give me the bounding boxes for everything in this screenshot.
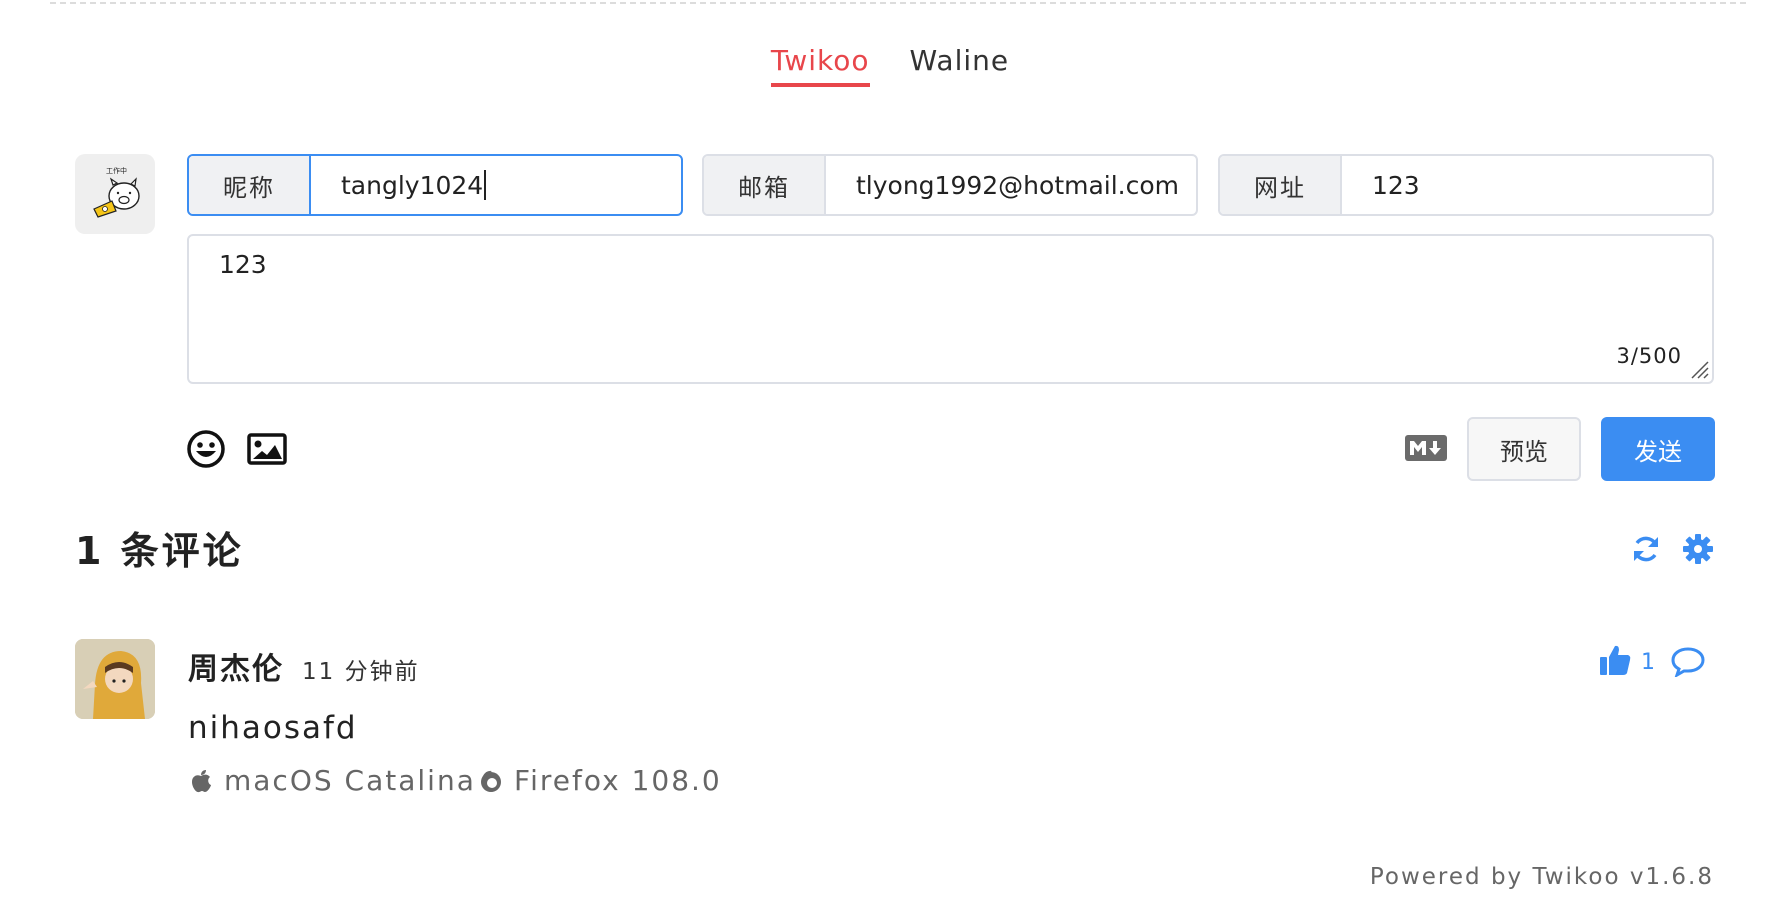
url-input[interactable]: 123 — [1342, 156, 1712, 214]
emoji-icon[interactable] — [185, 428, 227, 470]
comment-avatar[interactable] — [75, 639, 155, 719]
like-count: 1 — [1641, 650, 1655, 675]
settings-gear-icon[interactable] — [1682, 533, 1714, 565]
text-caret — [484, 170, 487, 200]
comment-browser-meta: Firefox 108.0 — [478, 764, 722, 797]
email-field: 邮箱 tlyong1992@hotmail.com — [702, 154, 1198, 216]
user-avatar: 工作中 — [75, 154, 155, 234]
comment-os-meta: macOS Catalina — [188, 764, 476, 797]
tab-twikoo[interactable]: Twikoo — [770, 44, 870, 87]
comment-content: nihaosafd — [188, 710, 358, 746]
image-icon[interactable] — [246, 428, 288, 470]
nick-label: 昵称 — [189, 156, 311, 214]
comment-time: 11 分钟前 — [302, 659, 420, 685]
nick-field: 昵称 tangly1024 — [187, 154, 683, 216]
pig-avatar-icon: 工作中 — [93, 166, 140, 218]
url-label: 网址 — [1220, 156, 1342, 214]
comment-count-title: 1 条评论 — [75, 529, 244, 573]
tab-waline[interactable]: Waline — [910, 44, 1010, 87]
comment-system-tabs: Twikoo Waline — [0, 44, 1780, 87]
nick-input[interactable]: tangly1024 — [311, 156, 681, 214]
comment-nick[interactable]: 周杰伦 — [188, 644, 284, 688]
top-divider — [50, 2, 1746, 4]
nick-value: tangly1024 — [341, 170, 484, 200]
resize-handle-icon[interactable] — [1686, 356, 1710, 380]
apple-icon — [192, 769, 211, 792]
email-label: 邮箱 — [704, 156, 826, 214]
char-counter: 3/500 — [1616, 344, 1682, 368]
url-field: 网址 123 — [1218, 154, 1714, 216]
firefox-icon — [481, 770, 501, 792]
comment-browser: Firefox 108.0 — [514, 764, 722, 797]
refresh-icon[interactable] — [1630, 533, 1662, 565]
reply-comment-icon[interactable] — [1670, 645, 1706, 677]
svg-text:工作中: 工作中 — [106, 166, 127, 175]
comment-text: 123 — [219, 250, 267, 279]
markdown-icon[interactable] — [1405, 435, 1447, 461]
powered-by-footer[interactable]: Powered by Twikoo v1.6.8 — [1370, 864, 1714, 890]
comment-textarea[interactable]: 123 3/500 — [187, 234, 1714, 384]
send-button[interactable]: 发送 — [1601, 417, 1715, 481]
raincoat-child-avatar-icon — [75, 639, 155, 719]
comment-os: macOS Catalina — [224, 764, 476, 797]
like-thumbs-up-icon[interactable] — [1598, 643, 1632, 677]
preview-button[interactable]: 预览 — [1467, 417, 1581, 481]
email-input[interactable]: tlyong1992@hotmail.com — [826, 156, 1196, 214]
